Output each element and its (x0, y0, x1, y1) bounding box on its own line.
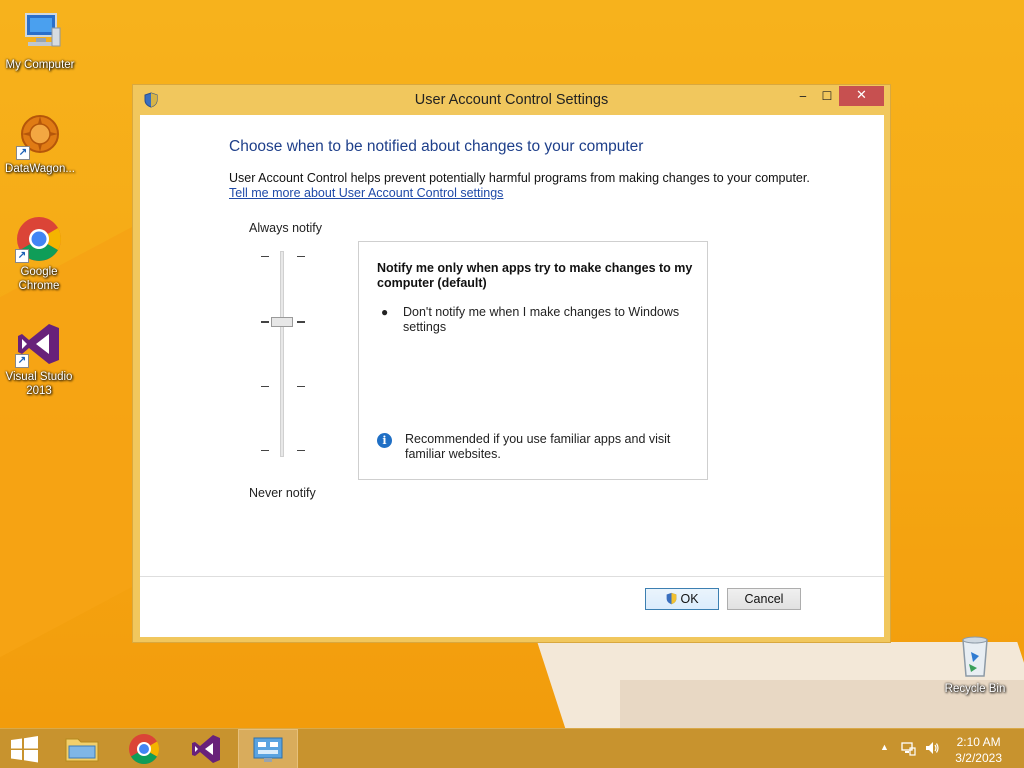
visual-studio-icon (192, 735, 220, 763)
bullet-text: Don't notify me when I make changes to W… (403, 305, 680, 334)
window-content: Choose when to be notified about changes… (140, 115, 884, 637)
page-heading: Choose when to be notified about changes… (229, 138, 644, 155)
desktop-icon-label: Recycle Bin (944, 683, 1006, 695)
windows-logo-icon (11, 736, 38, 763)
maximize-button[interactable]: ☐ (814, 86, 840, 106)
recycle-bin-icon (951, 632, 999, 680)
clock-time: 2:10 AM (956, 735, 1001, 749)
notification-level-slider[interactable] (258, 251, 308, 461)
title-bar[interactable]: User Account Control Settings ‒ ☐ ✕ (133, 85, 890, 115)
folder-icon (65, 738, 99, 762)
shortcut-arrow-icon: ↗ (15, 249, 29, 263)
ok-label: OK (680, 592, 699, 606)
close-button[interactable]: ✕ (839, 86, 884, 106)
shortcut-arrow-icon: ↗ (15, 354, 29, 368)
learn-more-link[interactable]: Tell me more about User Account Control … (229, 186, 503, 200)
desktop-icon-datawagon[interactable]: ↗ DataWagon... (0, 112, 80, 176)
chrome-icon: ↗ (15, 215, 63, 263)
system-tray: ▲ 2:10 AM 3/2/2023 (864, 729, 1024, 768)
slider-track[interactable] (280, 251, 284, 457)
desktop-icon-visual-studio[interactable]: ↗ Visual Studio 2013 (0, 320, 79, 398)
slider-tick (297, 256, 305, 257)
desktop-icon-label: Visual Studio 2013 (5, 371, 73, 397)
visual-studio-icon: ↗ (15, 320, 63, 368)
network-icon[interactable] (900, 740, 916, 761)
start-button[interactable] (0, 729, 60, 768)
slider-tick (261, 386, 269, 387)
taskbar-chrome[interactable] (114, 729, 174, 768)
desktop-icon-recycle-bin[interactable]: Recycle Bin (935, 632, 1015, 696)
desktop-icon-label: DataWagon... (5, 163, 75, 175)
ok-button[interactable]: OK (645, 588, 719, 610)
desktop-icon-label: My Computer (5, 59, 75, 71)
chrome-icon (129, 734, 160, 765)
cancel-button[interactable]: Cancel (727, 588, 801, 610)
slider-tick (297, 386, 305, 387)
computer-icon (16, 8, 64, 56)
slider-bottom-label: Never notify (249, 486, 316, 500)
window-title: User Account Control Settings (414, 92, 609, 108)
taskbar-visual-studio[interactable] (176, 729, 236, 768)
datawagon-icon: ↗ (16, 112, 64, 160)
clock[interactable]: 2:10 AM 3/2/2023 (955, 734, 1002, 766)
slider-top-label: Always notify (249, 221, 322, 235)
bullet-icon: ● (381, 305, 389, 319)
slider-thumb[interactable] (271, 317, 293, 327)
slider-tick (297, 450, 305, 451)
level-description-panel: Notify me only when apps try to make cha… (358, 241, 708, 480)
shortcut-arrow-icon: ↗ (16, 146, 30, 160)
slider-tick (297, 321, 305, 323)
recommendation-text: Recommended if you use familiar apps and… (405, 432, 671, 461)
shield-icon (665, 591, 678, 605)
taskbar: ▲ 2:10 AM 3/2/2023 (0, 728, 1024, 768)
desktop-icon-label: Google Chrome (18, 266, 60, 292)
clock-date: 3/2/2023 (955, 751, 1002, 765)
taskbar-uac-settings[interactable] (238, 729, 298, 768)
slider-tick (261, 321, 269, 323)
volume-icon[interactable] (924, 740, 940, 761)
uac-settings-window: User Account Control Settings ‒ ☐ ✕ Choo… (132, 84, 891, 643)
button-bar: OK Cancel (140, 576, 884, 637)
desktop-icon-google-chrome[interactable]: ↗ Google Chrome (0, 215, 79, 293)
level-title: Notify me only when apps try to make cha… (377, 261, 693, 290)
desktop-icon-my-computer[interactable]: My Computer (0, 8, 80, 72)
control-panel-icon (253, 737, 283, 762)
minimize-button[interactable]: ‒ (790, 86, 816, 106)
slider-tick (261, 256, 269, 257)
taskbar-file-explorer[interactable] (52, 729, 112, 768)
info-icon: i (377, 433, 392, 448)
description-text: User Account Control helps prevent poten… (229, 171, 810, 185)
slider-tick (261, 450, 269, 451)
show-hidden-icons-arrow-icon[interactable]: ▲ (880, 742, 889, 752)
